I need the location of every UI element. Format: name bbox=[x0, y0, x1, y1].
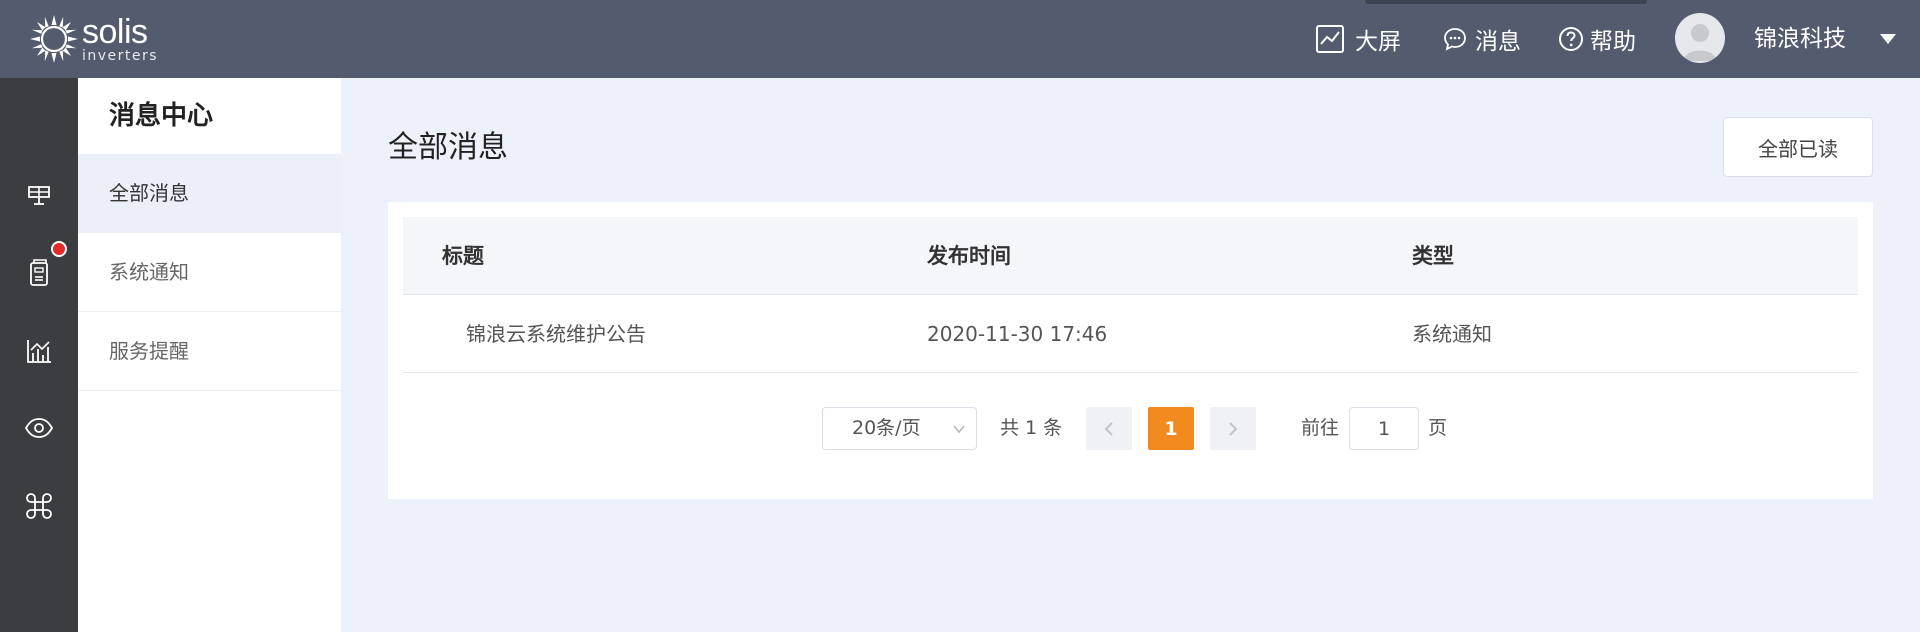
user-avatar-icon bbox=[1683, 24, 1717, 61]
nav-big-screen-label: 大屏 bbox=[1355, 29, 1401, 55]
sun-logo-icon bbox=[30, 15, 78, 63]
sidebar-title: 消息中心 bbox=[109, 101, 214, 131]
mark-all-read-button[interactable]: 全部已读 bbox=[1723, 117, 1873, 177]
column-header-title: 标题 bbox=[442, 244, 484, 268]
notification-badge bbox=[51, 241, 67, 257]
goto-unit-label: 页 bbox=[1428, 417, 1448, 439]
user-name[interactable]: 锦浪科技 bbox=[1754, 0, 1846, 78]
help-circle-icon bbox=[1558, 24, 1584, 54]
chevron-down-icon bbox=[953, 425, 965, 434]
nav-messages-label: 消息 bbox=[1475, 29, 1521, 55]
page-size-select[interactable]: 20条/页 bbox=[822, 407, 977, 450]
message-time: 2020-11-30 17:46 bbox=[927, 322, 1108, 346]
monitor-eye-icon bbox=[24, 418, 54, 438]
brand-name: solis bbox=[82, 13, 148, 51]
messages-card: 标题 发布时间 类型 锦浪云系统维护公告 2020-11-30 17:46 系统… bbox=[388, 202, 1873, 499]
chevron-right-icon bbox=[1229, 421, 1238, 436]
rail-analytics[interactable] bbox=[0, 321, 78, 381]
prev-page-button[interactable] bbox=[1086, 407, 1132, 450]
nav-help[interactable]: 帮助 bbox=[1558, 0, 1636, 78]
table-header: 标题 发布时间 类型 bbox=[403, 217, 1858, 295]
chat-bubble-icon bbox=[1443, 24, 1467, 54]
nav-messages[interactable]: 消息 bbox=[1443, 0, 1521, 78]
chevron-left-icon bbox=[1104, 421, 1113, 436]
rail-plant[interactable] bbox=[0, 166, 78, 226]
icon-rail bbox=[0, 78, 78, 632]
sidebar-item-all-messages[interactable]: 全部消息 bbox=[78, 154, 341, 233]
trend-chart-icon bbox=[1315, 24, 1345, 54]
goto-label: 前往 bbox=[1301, 417, 1340, 439]
rail-monitor[interactable] bbox=[0, 398, 78, 458]
column-header-type: 类型 bbox=[1412, 244, 1454, 268]
page-title: 全部消息 bbox=[388, 130, 508, 165]
nav-big-screen[interactable]: 大屏 bbox=[1315, 0, 1401, 78]
message-center-sidebar: 消息中心 全部消息 系统通知 服务提醒 bbox=[78, 78, 341, 632]
avatar[interactable] bbox=[1675, 13, 1725, 63]
top-bar: solis inverters 大屏 消息 帮助 锦浪科技 bbox=[0, 0, 1920, 78]
plant-icon bbox=[28, 186, 50, 205]
total-count: 共 1 条 bbox=[1000, 417, 1063, 439]
chevron-down-icon[interactable] bbox=[1880, 34, 1896, 44]
nav-help-label: 帮助 bbox=[1590, 29, 1636, 55]
pagination: 20条/页 共 1 条 1 前往 页 bbox=[388, 407, 1873, 451]
goto-page-input[interactable] bbox=[1349, 407, 1419, 450]
brand-subtitle: inverters bbox=[82, 48, 159, 64]
table-row[interactable]: 锦浪云系统维护公告 2020-11-30 17:46 系统通知 bbox=[403, 295, 1858, 373]
message-title[interactable]: 锦浪云系统维护公告 bbox=[466, 295, 646, 373]
message-type: 系统通知 bbox=[1412, 322, 1492, 346]
sidebar-item-system-notices[interactable]: 系统通知 bbox=[78, 233, 341, 312]
page-number-current[interactable]: 1 bbox=[1148, 407, 1194, 450]
column-header-publish-time: 发布时间 bbox=[927, 244, 1011, 268]
rail-apps[interactable] bbox=[0, 476, 78, 536]
page-size-value: 20条/页 bbox=[852, 417, 921, 439]
brand-logo[interactable]: solis inverters bbox=[28, 12, 158, 66]
inverter-device-icon bbox=[30, 259, 48, 286]
analytics-chart-icon bbox=[27, 340, 51, 363]
apps-command-icon bbox=[26, 493, 52, 519]
sidebar-item-service-reminders[interactable]: 服务提醒 bbox=[78, 312, 341, 391]
next-page-button[interactable] bbox=[1210, 407, 1256, 450]
